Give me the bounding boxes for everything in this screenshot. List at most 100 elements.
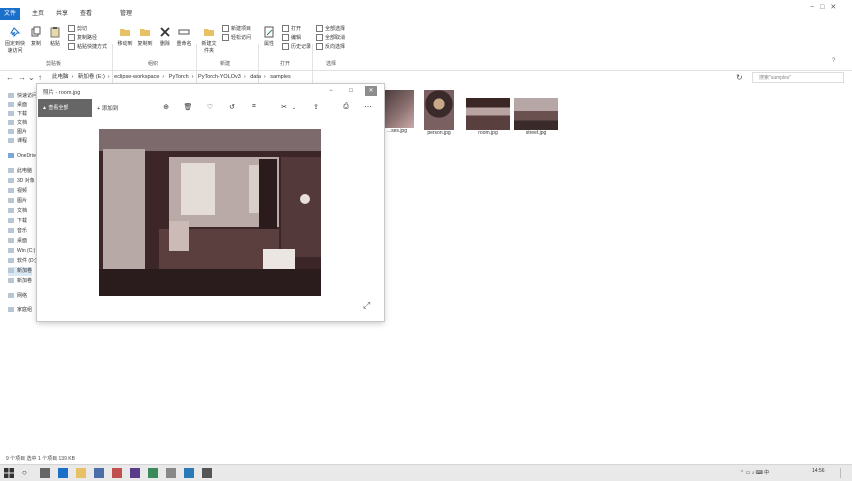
nav-item-drive-c[interactable]: Win (C:) — [8, 247, 35, 256]
edit-button[interactable]: 编辑 — [282, 34, 301, 42]
crumb-pytorch[interactable]: PyTorch — [169, 74, 189, 80]
search-input[interactable]: 搜索"samples" — [752, 72, 844, 83]
app-icon[interactable] — [184, 468, 194, 478]
zoom-icon[interactable]: ⊕ — [161, 103, 171, 111]
nav-item-pc-downloads[interactable]: 下载 — [8, 217, 27, 226]
crumb-workspace[interactable]: eclipse-workspace — [114, 74, 159, 80]
tab-file[interactable]: 文件 — [0, 8, 20, 20]
expand-icon[interactable]: ⤢ — [363, 300, 370, 311]
select-none-button[interactable]: 全部取消 — [316, 34, 345, 42]
tab-share[interactable]: 共享 — [52, 8, 72, 20]
new-item-button[interactable]: 新建项目 — [222, 25, 251, 33]
nav-item-network[interactable]: 网络 — [8, 292, 27, 301]
nav-item-quick-access[interactable]: 快速访问 — [8, 92, 37, 101]
nav-item-desktop[interactable]: 桌面 — [8, 101, 27, 110]
cut-button[interactable]: 剪切 — [68, 25, 87, 33]
app-icon[interactable] — [166, 468, 176, 478]
easy-access-button[interactable]: 轻松访问 — [222, 34, 252, 42]
select-all-button[interactable]: 全部选择 — [316, 25, 345, 33]
crop-icon[interactable]: ⌗ — [249, 103, 259, 111]
tab-home[interactable]: 主页 — [28, 8, 48, 20]
file-thumb-1[interactable]: ...ses.jpg — [380, 90, 414, 134]
paste-button[interactable]: 粘贴 — [48, 26, 62, 47]
delete-button[interactable]: 删除 — [158, 26, 172, 47]
crumb-drive[interactable]: 新加卷 (E:) — [78, 74, 105, 80]
system-tray[interactable]: ⌃ ▭ ♪ ⌨ 中 — [740, 465, 769, 481]
file-thumb-room[interactable]: room.jpg — [466, 90, 510, 136]
app-icon[interactable] — [148, 468, 158, 478]
clock[interactable]: 14:56 — [812, 468, 825, 474]
refresh-icon[interactable]: ↻ — [736, 73, 743, 82]
easy-access-label: 轻松访问 — [231, 35, 252, 41]
nav-item-pc-desktop[interactable]: 桌面 — [8, 237, 27, 246]
folder-icon — [8, 138, 14, 144]
nav-item-homegroup[interactable]: 家庭组 — [8, 306, 32, 315]
print-icon[interactable]: ⎙ — [341, 103, 351, 111]
crumb-samples[interactable]: samples — [270, 74, 290, 80]
copy-button[interactable]: 复制 — [30, 26, 42, 47]
paste-shortcut-button[interactable]: 粘贴快捷方式 — [68, 43, 107, 51]
edit-icon — [282, 34, 289, 42]
rename-button[interactable]: 重命名 — [176, 26, 192, 47]
more-icon[interactable]: ⋯ — [363, 103, 373, 111]
drive-icon — [8, 258, 14, 264]
move-button[interactable]: 移动到 — [116, 26, 134, 47]
share-icon[interactable]: ⇪ — [311, 103, 321, 111]
crumb-data[interactable]: data — [250, 74, 261, 80]
up-icon[interactable]: ↑ — [38, 73, 42, 82]
file-thumb-person[interactable]: person.jpg — [424, 90, 454, 136]
tab-manage[interactable]: 管理 — [116, 8, 136, 20]
nav-item-course[interactable]: 课程 — [8, 137, 27, 146]
nav-item-pc-documents[interactable]: 文档 — [8, 207, 27, 216]
tab-view[interactable]: 查看 — [76, 8, 96, 20]
task-view-icon[interactable] — [40, 468, 50, 478]
add-to-button[interactable]: + 添加到 — [97, 104, 118, 112]
app-icon[interactable] — [202, 468, 212, 478]
nav-item-drive-d[interactable]: 软件 (D:) — [8, 257, 37, 266]
nav-item-this-pc[interactable]: 此电脑 — [8, 167, 32, 176]
forward-icon[interactable]: → — [18, 73, 26, 82]
search-icon[interactable]: ○ — [22, 468, 32, 478]
store-icon[interactable] — [94, 468, 104, 478]
nav-item-pictures[interactable]: 图片 — [8, 128, 27, 137]
chevron-down-icon[interactable]: ⌄ — [289, 105, 299, 111]
nav-item-music[interactable]: 音乐 — [8, 227, 27, 236]
nav-item-videos[interactable]: 视频 — [8, 187, 27, 196]
nav-item-documents[interactable]: 文档 — [8, 119, 27, 128]
back-icon[interactable]: ← — [6, 73, 14, 82]
crumb-this-pc[interactable]: 此电脑 — [52, 74, 69, 80]
windows-start-icon[interactable] — [4, 468, 14, 478]
new-folder-button[interactable]: 新建文件夹 — [200, 26, 218, 54]
nav-item-downloads[interactable]: 下载 — [8, 110, 27, 119]
eclipse-icon[interactable] — [130, 468, 140, 478]
delete-icon[interactable]: 🗑 — [183, 103, 193, 111]
nav-item-drive-f[interactable]: 新加卷 — [8, 277, 32, 286]
chevron-down-icon[interactable]: ⌄ — [28, 73, 35, 82]
nav-item-onedrive[interactable]: OneDrive — [8, 152, 38, 161]
file-explorer-icon[interactable] — [76, 468, 86, 478]
history-button[interactable]: 历史记录 — [282, 43, 311, 51]
minimize-button[interactable]: − — [325, 86, 337, 96]
file-thumb-street[interactable]: street.jpg — [514, 90, 558, 136]
app-icon[interactable] — [112, 468, 122, 478]
notification-icon[interactable] — [840, 468, 849, 478]
edge-icon[interactable] — [58, 468, 68, 478]
nav-item-drive-e[interactable]: 新加卷 — [8, 267, 33, 276]
invert-selection-button[interactable]: 反向选择 — [316, 43, 345, 51]
favorite-icon[interactable]: ♡ — [205, 103, 215, 111]
view-all-button[interactable]: ▲ 查看全部 — [38, 99, 92, 117]
breadcrumb[interactable]: 此电脑 › 新加卷 (E:) › eclipse-workspace › PyTorc… — [52, 72, 732, 83]
pin-button[interactable]: 固定到快速访问 — [4, 26, 26, 54]
crumb-yolov3[interactable]: PyTorch-YOLOv3 — [198, 74, 241, 80]
maximize-button[interactable]: □ — [345, 86, 357, 96]
nav-item-pc-pictures[interactable]: 图片 — [8, 197, 27, 206]
nav-item-3d[interactable]: 3D 对象 — [8, 177, 35, 186]
open-button[interactable]: 打开 — [282, 25, 301, 33]
properties-button[interactable]: 属性 — [262, 26, 276, 47]
copy-path-button[interactable]: 复制路径 — [68, 34, 97, 42]
edit-create-icon[interactable]: ✂ — [279, 103, 289, 111]
close-button[interactable]: ✕ — [365, 86, 377, 96]
copyto-button[interactable]: 复制到 — [136, 26, 154, 47]
rotate-icon[interactable]: ↺ — [227, 103, 237, 111]
help-icon[interactable]: ? — [832, 58, 835, 64]
